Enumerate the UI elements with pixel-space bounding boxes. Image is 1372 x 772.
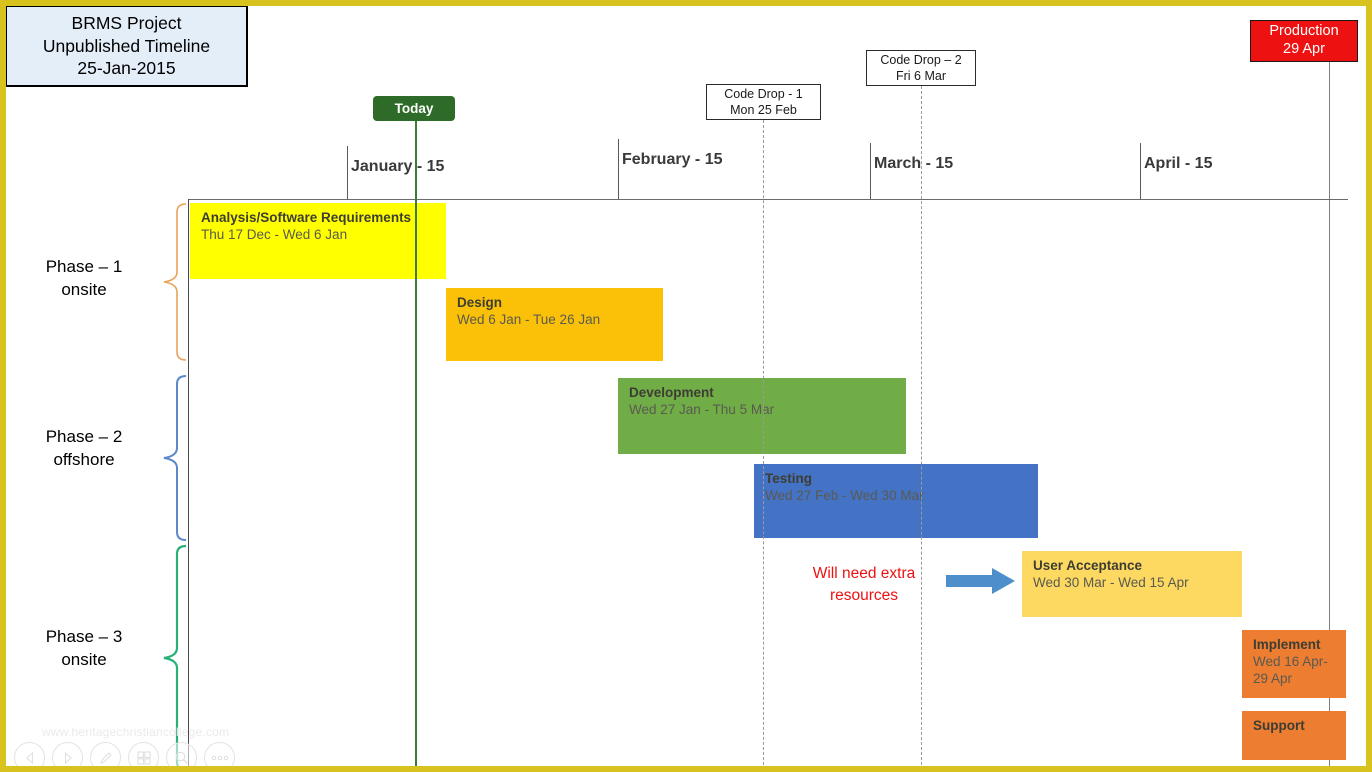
code-drop-2-name: Code Drop – 2 bbox=[880, 52, 961, 68]
task-bar-design[interactable]: Design Wed 6 Jan - Tue 26 Jan bbox=[446, 288, 663, 361]
axis-label-february: February - 15 bbox=[622, 151, 722, 169]
next-icon[interactable] bbox=[52, 742, 83, 772]
phase-label-3: Phase – 3 onsite bbox=[20, 626, 148, 672]
month-tick-january bbox=[347, 146, 348, 199]
axis-label-april: April - 15 bbox=[1144, 155, 1212, 173]
task-title: Analysis/Software Requirements bbox=[201, 210, 446, 227]
month-tick-march bbox=[870, 143, 871, 199]
task-dates: Wed 6 Jan - Tue 26 Jan bbox=[457, 312, 663, 329]
title-line-3: 25-Jan-2015 bbox=[77, 57, 175, 79]
annotation-extra-resources: Will need extra resources bbox=[789, 563, 939, 607]
milestone-code-drop-2[interactable]: Code Drop – 2 Fri 6 Mar bbox=[866, 50, 976, 86]
task-title: User Acceptance bbox=[1033, 558, 1242, 575]
milestone-code-drop-1[interactable]: Code Drop - 1 Mon 25 Feb bbox=[706, 84, 821, 120]
task-bar-user-acceptance[interactable]: User Acceptance Wed 30 Mar - Wed 15 Apr bbox=[1022, 551, 1242, 617]
phase-label-2: Phase – 2 offshore bbox=[20, 426, 148, 472]
axis-label-january: January - 15 bbox=[351, 158, 444, 176]
phase-2-line2: offshore bbox=[20, 449, 148, 472]
annotation-arrow-icon bbox=[946, 568, 1016, 594]
task-title: Implement bbox=[1253, 637, 1346, 654]
month-tick-april bbox=[1140, 143, 1141, 199]
task-bar-support[interactable]: Support bbox=[1242, 711, 1346, 760]
code-drop-1-guideline bbox=[763, 120, 764, 770]
today-label: Today bbox=[395, 101, 434, 116]
zoom-icon[interactable] bbox=[166, 742, 197, 772]
today-guideline bbox=[415, 121, 417, 771]
code-drop-2-guideline bbox=[921, 86, 922, 770]
task-dates: Wed 16 Apr- 29 Apr bbox=[1253, 654, 1346, 688]
timeline-canvas: BRMS Project Unpublished Timeline 25-Jan… bbox=[0, 0, 1372, 772]
title-line-1: BRMS Project bbox=[72, 12, 182, 34]
task-bar-analysis[interactable]: Analysis/Software Requirements Thu 17 De… bbox=[190, 203, 446, 279]
task-title: Testing bbox=[765, 471, 1038, 488]
annotation-line-1: Will need extra bbox=[789, 563, 939, 585]
code-drop-1-date: Mon 25 Feb bbox=[730, 102, 797, 118]
task-dates: Wed 27 Feb - Wed 30 Mar bbox=[765, 488, 1038, 505]
more-options-icon[interactable] bbox=[204, 742, 235, 772]
phase-1-line1: Phase – 1 bbox=[20, 256, 148, 279]
task-bar-testing[interactable]: Testing Wed 27 Feb - Wed 30 Mar bbox=[754, 464, 1038, 538]
title-line-2: Unpublished Timeline bbox=[43, 35, 210, 57]
phase-2-line1: Phase – 2 bbox=[20, 426, 148, 449]
annotation-line-2: resources bbox=[789, 585, 939, 607]
bottom-toolbar bbox=[14, 742, 235, 772]
task-dates: Thu 17 Dec - Wed 6 Jan bbox=[201, 227, 446, 244]
task-bar-development[interactable]: Development Wed 27 Jan - Thu 5 Mar bbox=[618, 378, 906, 454]
production-label: Production bbox=[1269, 23, 1338, 41]
task-title: Support bbox=[1253, 718, 1346, 735]
axis-label-march: March - 15 bbox=[874, 155, 953, 173]
watermark: www.heritagechristiancollege.com bbox=[42, 725, 229, 739]
phase-1-line2: onsite bbox=[20, 279, 148, 302]
phase-label-1: Phase – 1 onsite bbox=[20, 256, 148, 302]
phase-bracket-1 bbox=[162, 202, 188, 362]
marker-today[interactable]: Today bbox=[373, 96, 455, 121]
code-drop-2-date: Fri 6 Mar bbox=[896, 68, 946, 84]
task-dates: Wed 30 Mar - Wed 15 Apr bbox=[1033, 575, 1242, 592]
axis-baseline bbox=[188, 199, 1348, 200]
milestone-production[interactable]: Production 29 Apr bbox=[1250, 20, 1358, 62]
slides-icon[interactable] bbox=[128, 742, 159, 772]
title-card: BRMS Project Unpublished Timeline 25-Jan… bbox=[5, 5, 248, 87]
pen-icon[interactable] bbox=[90, 742, 121, 772]
code-drop-1-name: Code Drop - 1 bbox=[724, 86, 803, 102]
task-dates: Wed 27 Jan - Thu 5 Mar bbox=[629, 402, 906, 419]
axis-left-border bbox=[188, 199, 189, 771]
task-title: Development bbox=[629, 385, 906, 402]
axis-bottom-border bbox=[188, 770, 1348, 771]
phase-3-line1: Phase – 3 bbox=[20, 626, 148, 649]
task-bar-implement[interactable]: Implement Wed 16 Apr- 29 Apr bbox=[1242, 630, 1346, 698]
task-title: Design bbox=[457, 295, 663, 312]
phase-bracket-2 bbox=[162, 374, 188, 542]
phase-3-line2: onsite bbox=[20, 649, 148, 672]
month-tick-february bbox=[618, 139, 619, 199]
previous-icon[interactable] bbox=[14, 742, 45, 772]
production-date: 29 Apr bbox=[1283, 41, 1325, 59]
